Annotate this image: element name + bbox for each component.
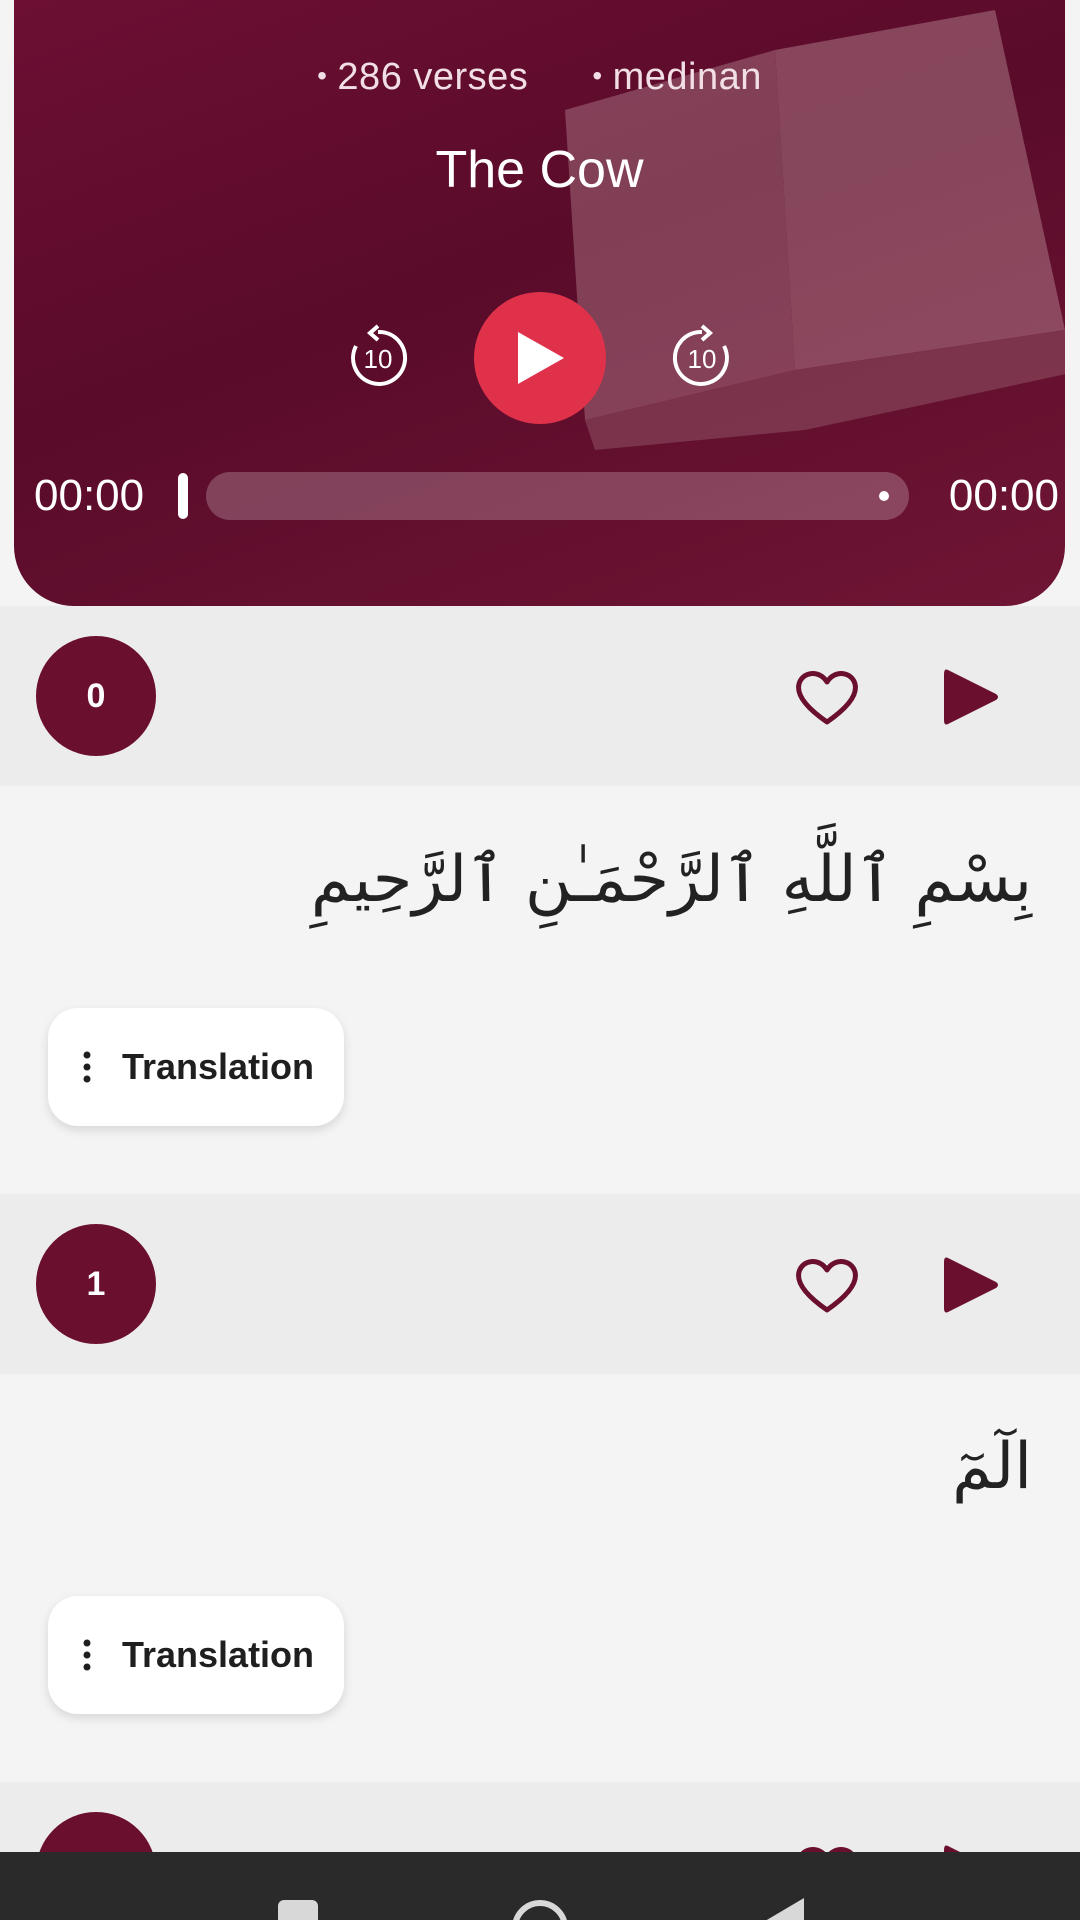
replay-10-icon[interactable]: 10 (344, 324, 412, 392)
total-time: 00:00 (948, 471, 1059, 520)
arabic-text: بِسْمِ ٱللَّهِ ٱلرَّحْمَـٰنِ ٱلرَّحِيمِ (310, 843, 1032, 917)
svg-text:10: 10 (363, 344, 392, 374)
back-icon[interactable] (758, 1898, 806, 1920)
verse-play-icon[interactable] (942, 1254, 1000, 1316)
surah-meta: 286 verses medinan (14, 56, 1065, 99)
surah-title: The Cow (435, 141, 644, 199)
kebab-menu-icon (83, 1051, 91, 1083)
translation-label: Translation (122, 1046, 315, 1087)
progress-row: 00:00 00:00 (34, 466, 1059, 526)
translation-label: Translation (122, 1634, 315, 1675)
verse-body: بِسْمِ ٱللَّهِ ٱلرَّحْمَـٰنِ ٱلرَّحِيمِ … (0, 786, 1080, 1194)
arabic-text: الٓمٓ (952, 1430, 1032, 1504)
playback-controls: 10 10 (14, 290, 1065, 426)
play-icon (517, 332, 564, 384)
current-time: 00:00 (34, 471, 145, 520)
recents-icon[interactable] (276, 1898, 320, 1920)
track-end-dot (879, 491, 889, 501)
verse-number-badge: 0 (36, 636, 156, 756)
translation-button[interactable]: Translation (48, 1596, 344, 1714)
player-header: 286 verses medinan The Cow 10 10 00:00 0… (14, 0, 1065, 606)
verse-body: الٓمٓ Translation (0, 1374, 1080, 1782)
translation-button[interactable]: Translation (48, 1008, 344, 1126)
verse-count: 286 verses (317, 56, 528, 99)
verse-header: 0 (0, 606, 1080, 786)
progress-thumb[interactable] (178, 473, 188, 519)
progress-track[interactable] (206, 472, 909, 520)
revelation-type: medinan (592, 56, 762, 99)
verse-number-badge: 1 (36, 1224, 156, 1344)
heart-icon[interactable] (795, 1256, 859, 1314)
verse-header: 1 (0, 1194, 1080, 1374)
verse-play-icon[interactable] (942, 666, 1000, 728)
system-nav-bar (0, 1852, 1080, 1920)
forward-10-icon[interactable]: 10 (668, 324, 736, 392)
play-button[interactable] (473, 292, 606, 424)
heart-icon[interactable] (795, 668, 859, 726)
svg-text:10: 10 (687, 344, 716, 374)
home-icon[interactable] (510, 1898, 570, 1920)
kebab-menu-icon (83, 1639, 91, 1671)
